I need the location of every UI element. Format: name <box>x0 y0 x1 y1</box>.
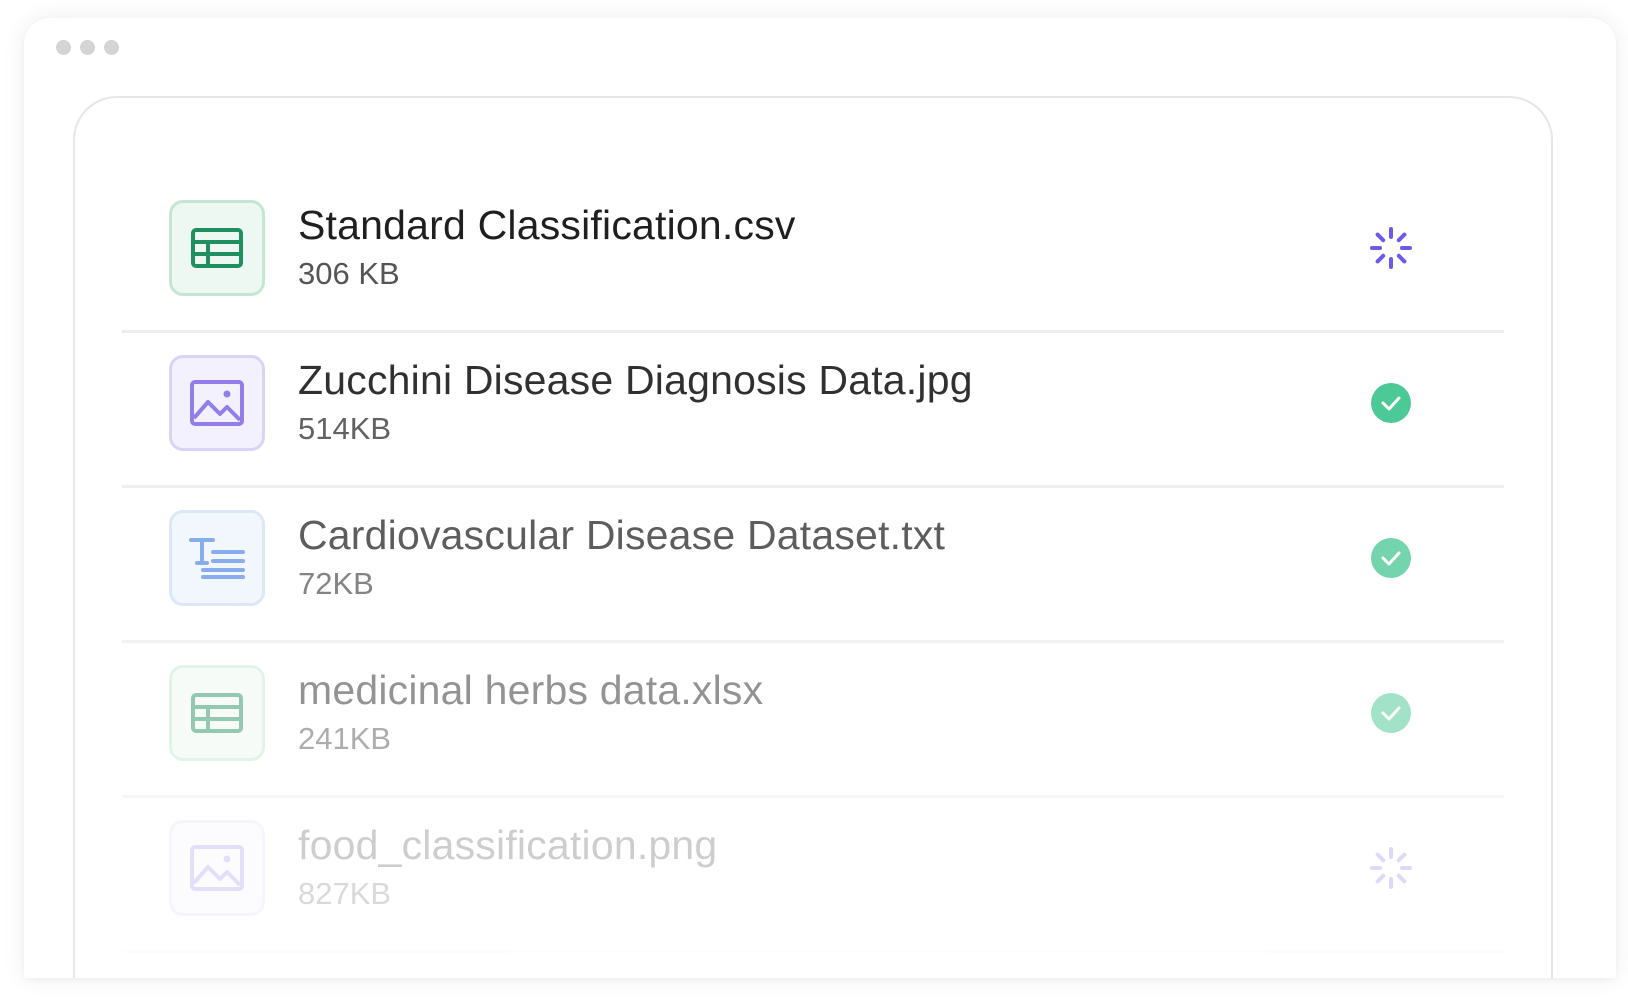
window-control-dot[interactable] <box>80 40 95 55</box>
file-name: Standard Classification.csv <box>298 202 796 248</box>
file-name: Zucchini Disease Diagnosis Data.jpg <box>298 357 973 403</box>
text-file-icon <box>169 510 265 606</box>
image-icon <box>169 820 265 916</box>
window-control-dot[interactable] <box>104 40 119 55</box>
file-size: 241KB <box>298 721 392 756</box>
spreadsheet-icon <box>169 200 265 296</box>
file-size: 306 KB <box>298 256 400 291</box>
check-icon <box>1369 381 1413 425</box>
file-list: Standard Classification.csv 306 KB Zucch… <box>122 178 1504 953</box>
loading-spinner-icon <box>1369 846 1413 890</box>
file-row[interactable]: Zucchini Disease Diagnosis Data.jpg 514K… <box>122 333 1504 488</box>
file-size: 827KB <box>298 876 392 911</box>
spreadsheet-icon <box>169 665 265 761</box>
file-upload-panel: Standard Classification.csv 306 KB Zucch… <box>73 96 1553 978</box>
file-row[interactable]: Standard Classification.csv 306 KB <box>122 178 1504 333</box>
image-icon <box>169 355 265 451</box>
window-control-dot[interactable] <box>56 40 71 55</box>
file-size: 514KB <box>298 411 392 446</box>
loading-spinner-icon <box>1369 226 1413 270</box>
app-window: Standard Classification.csv 306 KB Zucch… <box>24 18 1616 978</box>
file-row[interactable]: food_classification.png 827KB <box>122 798 1504 953</box>
file-row[interactable]: medicinal herbs data.xlsx 241KB <box>122 643 1504 798</box>
file-name: food_classification.png <box>298 822 718 868</box>
check-icon <box>1369 691 1413 735</box>
file-size: 72KB <box>298 566 374 601</box>
file-name: Cardiovascular Disease Dataset.txt <box>298 512 946 558</box>
file-name: medicinal herbs data.xlsx <box>298 667 764 713</box>
file-row[interactable]: Cardiovascular Disease Dataset.txt 72KB <box>122 488 1504 643</box>
check-icon <box>1369 536 1413 580</box>
window-controls <box>56 40 119 55</box>
